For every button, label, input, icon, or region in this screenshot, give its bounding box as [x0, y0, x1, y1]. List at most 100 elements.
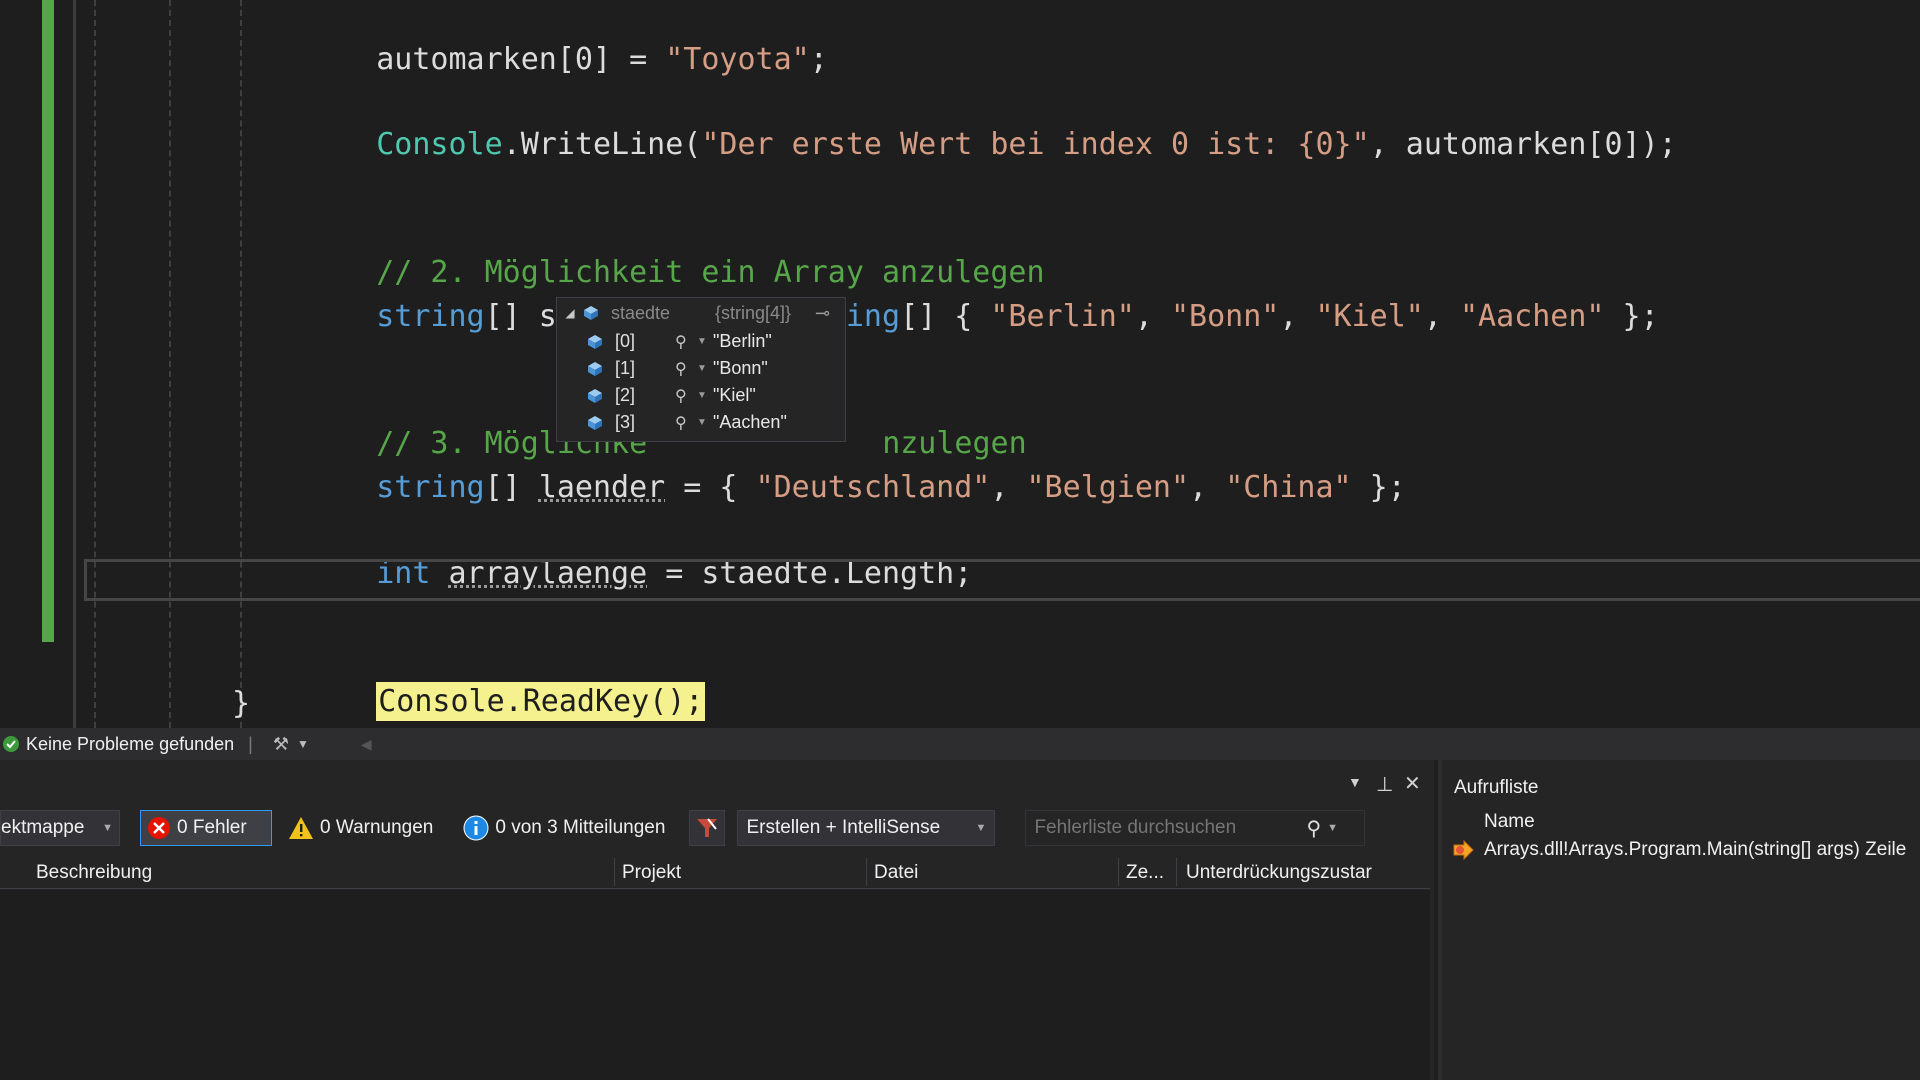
chevron-down-icon[interactable]: ▼ — [697, 417, 713, 428]
editor-status-strip: Keine Probleme gefunden | ⚒ ▼ ◀ — [0, 728, 1920, 760]
datatip-item-key: [2] — [615, 385, 636, 405]
messages-filter-button[interactable]: 0 von 3 Mitteilungen — [463, 811, 665, 845]
code-token: string — [376, 299, 485, 334]
code-token: string — [376, 470, 485, 505]
chevron-down-icon[interactable]: ▼ — [697, 363, 713, 374]
code-token: "Der erste Wert bei index 0 ist: {0}" — [701, 127, 1370, 162]
current-line-indicator — [84, 559, 1920, 601]
code-line[interactable]: Console.ReadKey(); — [304, 642, 706, 728]
datatip-item-key: [1] — [615, 358, 636, 378]
build-mode-label: Erstellen + IntelliSense — [746, 817, 941, 838]
indent-guide — [169, 0, 171, 728]
code-token: , — [1279, 299, 1316, 334]
change-tracking-bar — [42, 0, 54, 642]
build-mode-dropdown[interactable]: Erstellen + IntelliSense ▼ — [737, 810, 996, 846]
filter-icon — [697, 818, 718, 837]
datatip-item-value[interactable]: "Aachen" — [713, 412, 787, 433]
error-list-header-row: Beschreibung Projekt Datei Ze... Unterdr… — [0, 856, 1430, 889]
chevron-down-icon: ▼ — [102, 822, 113, 834]
code-token: , — [1423, 299, 1460, 334]
code-token: Console — [376, 127, 503, 162]
chevron-down-icon[interactable]: ▼ — [697, 336, 713, 347]
check-icon — [3, 736, 19, 752]
datatip-item-key: [0] — [615, 331, 636, 351]
column-header-suppression[interactable]: Unterdrückungszustar — [1186, 862, 1372, 884]
code-token: "Belgien" — [1026, 470, 1190, 505]
code-token: "Aachen" — [1460, 299, 1605, 334]
datatip-item[interactable]: [0] ⚲ ▼ "Berlin" — [583, 328, 845, 355]
chevron-down-icon[interactable]: ▼ — [1327, 822, 1338, 834]
filter-button[interactable] — [689, 810, 726, 846]
warnings-filter-button[interactable]: 0 Warnungen — [288, 811, 433, 845]
code-token: = { — [665, 470, 756, 505]
column-header-project[interactable]: Projekt — [622, 862, 681, 884]
info-icon — [463, 815, 489, 841]
pin-icon[interactable]: ⊥ — [1376, 772, 1393, 797]
magnifier-icon[interactable]: ⚲ — [675, 386, 697, 406]
pin-icon[interactable]: ⊸ — [815, 303, 830, 324]
error-search-box[interactable]: ⚲ ▼ — [1025, 810, 1366, 846]
error-search-input[interactable] — [1032, 816, 1307, 840]
indent-guide — [94, 0, 96, 728]
column-header-line[interactable]: Ze... — [1126, 862, 1164, 884]
warnings-count: 0 Warnungen — [320, 817, 434, 838]
code-line[interactable]: string[] staedte = new string[] { "Berli… — [304, 257, 1658, 377]
errors-filter-button[interactable]: 0 Fehler — [140, 810, 272, 846]
chevron-down-icon[interactable]: ▼ — [297, 737, 309, 751]
column-separator[interactable] — [1118, 858, 1119, 886]
column-header-name[interactable]: Name — [1484, 811, 1535, 833]
column-header-file[interactable]: Datei — [874, 862, 918, 884]
scope-dropdown[interactable]: ektmappe ▼ — [0, 810, 120, 846]
chevron-down-icon[interactable]: ▼ — [1348, 774, 1362, 790]
column-separator[interactable] — [866, 858, 867, 886]
error-list-panel: ▼ ⊥ ✕ ektmappe ▼ 0 Fehler 0 Warnungen 0 … — [0, 760, 1434, 1080]
magnifier-icon[interactable]: ⚲ — [675, 359, 697, 379]
code-token: } — [232, 686, 251, 721]
datatip-item[interactable]: [2] ⚲ ▼ "Kiel" — [583, 382, 845, 409]
separator: | — [248, 733, 253, 754]
debug-datatip[interactable]: ◢ staedte {string[4]} ⊸ [0] ⚲ ▼ "Berlin" [1]… — [556, 297, 846, 442]
collapse-arrow-icon[interactable]: ◢ — [561, 306, 579, 320]
datatip-header[interactable]: ◢ staedte {string[4]} ⊸ — [557, 298, 845, 328]
problems-status[interactable]: Keine Probleme gefunden — [26, 734, 234, 755]
magnifier-icon[interactable]: ⚲ — [675, 332, 697, 352]
errors-count: 0 Fehler — [177, 817, 247, 838]
variable-icon — [588, 334, 602, 349]
datatip-item-key: [3] — [615, 412, 636, 432]
column-header-description[interactable]: Beschreibung — [36, 862, 152, 884]
chevron-down-icon: ▼ — [975, 822, 987, 834]
datatip-item-value[interactable]: "Bonn" — [713, 358, 768, 379]
datatip-item[interactable]: [3] ⚲ ▼ "Aachen" — [583, 409, 845, 436]
datatip-item-value[interactable]: "Kiel" — [713, 385, 756, 406]
search-icon[interactable]: ⚲ — [1306, 816, 1321, 841]
code-token: [] { — [900, 299, 991, 334]
code-token: "Bonn" — [1171, 299, 1280, 334]
next-statement-highlight: Console.ReadKey(); — [376, 682, 706, 721]
code-token: "Berlin" — [990, 299, 1135, 334]
code-token: automarken[0] — [376, 42, 612, 77]
code-token: , — [990, 470, 1027, 505]
code-token: laender — [538, 470, 666, 505]
code-token: , — [1189, 470, 1226, 505]
datatip-item[interactable]: [1] ⚲ ▼ "Bonn" — [583, 355, 845, 382]
code-editor[interactable]: automarken[0] = "Toyota"; Console.WriteL… — [0, 0, 1920, 728]
chevron-down-icon[interactable]: ▼ — [697, 390, 713, 401]
datatip-item-value[interactable]: "Berlin" — [713, 331, 772, 352]
column-separator[interactable] — [1176, 858, 1177, 886]
scroll-left-icon[interactable]: ◀ — [361, 736, 372, 753]
code-cleanup-icon[interactable]: ⚒ — [273, 734, 289, 755]
current-frame-arrow-icon — [1453, 839, 1474, 861]
messages-count: 0 von 3 Mitteilungen — [495, 817, 666, 838]
magnifier-icon[interactable]: ⚲ — [675, 413, 697, 433]
code-line[interactable]: Console.WriteLine("Der erste Wert bei in… — [304, 85, 1677, 205]
code-token: "Toyota" — [665, 42, 810, 77]
column-separator[interactable] — [614, 858, 615, 886]
call-stack-frame[interactable]: Arrays.dll!Arrays.Program.Main(string[] … — [1442, 834, 1920, 866]
warning-icon — [289, 817, 313, 839]
code-token: , automarken[0]); — [1369, 127, 1677, 162]
code-token: ; — [809, 42, 828, 77]
scope-label: ektmappe — [1, 817, 85, 838]
frame-label: Arrays.dll!Arrays.Program.Main(string[] … — [1484, 839, 1907, 860]
indent-guide — [240, 0, 242, 728]
close-icon[interactable]: ✕ — [1404, 771, 1421, 796]
